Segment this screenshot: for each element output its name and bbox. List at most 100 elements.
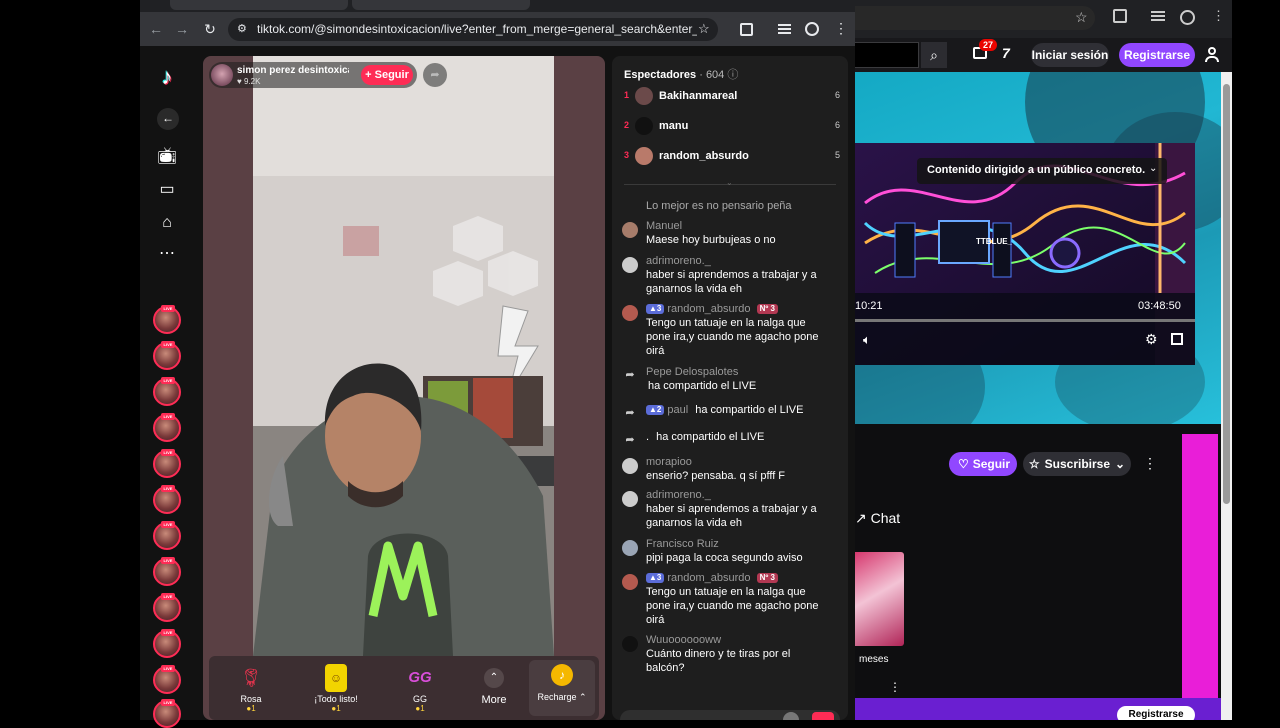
live-player[interactable]: simon perez desintoxica... ♥ 9.2K + Segu… xyxy=(203,56,605,720)
message-user-line[interactable]: . ha compartido el LIVE xyxy=(646,431,764,443)
back-icon[interactable]: ← xyxy=(148,21,164,37)
live-channel-avatar[interactable]: LIVE xyxy=(153,413,181,442)
more-options-icon[interactable]: ⋮ xyxy=(889,680,901,694)
level-value: 3 xyxy=(656,573,662,582)
prime-icon[interactable]: 7 xyxy=(1002,45,1010,61)
message-user-line[interactable]: ▲3 random_absurdo Nº 3 xyxy=(646,303,781,315)
extensions-icon[interactable] xyxy=(1113,9,1127,23)
forward-icon[interactable]: → xyxy=(174,21,190,37)
popout-arrow-icon: ↗ xyxy=(855,510,867,526)
follow-button[interactable]: + Seguir xyxy=(361,65,413,85)
search-icon[interactable]: ⌕ xyxy=(921,42,947,68)
profile-icon[interactable] xyxy=(1180,10,1195,25)
live-channel-avatar[interactable]: LIVE xyxy=(153,341,181,370)
live-channel-avatar[interactable]: LIVE xyxy=(153,521,181,550)
message-user[interactable]: adrimoreno._ xyxy=(646,255,711,267)
avatar[interactable] xyxy=(622,222,638,238)
menu-icon[interactable]: ⋮ xyxy=(834,20,848,37)
twitch-scrollbar[interactable] xyxy=(1221,72,1232,720)
profile-icon[interactable] xyxy=(805,22,819,36)
avatar[interactable] xyxy=(622,458,638,474)
sub-thumbnail[interactable]: meses xyxy=(855,552,904,665)
gift-rose[interactable]: 🌹︎ Rosa ●1 xyxy=(215,660,287,716)
gift-todo-listo[interactable]: ☺ ¡Todo listo! ●1 xyxy=(300,660,372,716)
video-progress-bar[interactable] xyxy=(855,319,1195,322)
live-stream-video[interactable] xyxy=(253,56,554,656)
follow-button[interactable]: ♡ Seguir xyxy=(949,452,1017,476)
menu-icon[interactable]: ⋮ xyxy=(1212,8,1225,24)
avatar[interactable] xyxy=(622,257,638,273)
message-user-line[interactable]: ▲3 random_absurdo Nº 3 xyxy=(646,572,781,584)
chat-message: Manuel Maese hoy burbujeas o no xyxy=(620,220,840,252)
address-bar[interactable]: ⚙ tiktok.com/@simondesintoxicacion/live?… xyxy=(228,18,718,41)
tab-active[interactable] xyxy=(352,0,530,10)
home-icon[interactable]: ⌂ xyxy=(157,213,177,233)
chat-input[interactable] xyxy=(620,710,840,720)
recharge-button[interactable]: ♪ Recharge ⌃ xyxy=(529,660,595,716)
live-channel-avatar[interactable]: LIVE xyxy=(153,305,181,334)
message-user[interactable]: morapioo xyxy=(646,456,692,468)
avatar[interactable] xyxy=(622,491,638,507)
emoji-icon[interactable] xyxy=(783,712,799,720)
more-gifts-button[interactable]: ⌃ More xyxy=(458,660,530,716)
message-user-line[interactable]: ▲2 paul ha compartido el LIVE xyxy=(646,404,803,416)
chevron-down-icon[interactable]: ⌄ xyxy=(726,178,733,187)
bottom-register-button[interactable]: Registrarse xyxy=(1117,706,1195,720)
live-channel-avatar[interactable]: LIVE xyxy=(153,377,181,406)
site-info-icon[interactable]: ⚙ xyxy=(237,22,247,35)
message-user[interactable]: Pepe Delospalotes xyxy=(646,366,738,378)
avatar[interactable] xyxy=(622,636,638,652)
reload-icon[interactable]: ↻ xyxy=(202,21,218,37)
register-button[interactable]: Registrarse xyxy=(1119,43,1195,67)
live-channel-avatar[interactable]: LIVE xyxy=(153,485,181,514)
user-icon[interactable] xyxy=(1205,47,1219,62)
extensions-icon[interactable] xyxy=(740,23,753,36)
content-warning-banner[interactable]: Contenido dirigido a un público concreto… xyxy=(917,158,1167,184)
viewer-rank-row[interactable]: 3 random_absurdo 5 xyxy=(624,146,840,166)
live-channel-avatar[interactable]: LIVE xyxy=(153,699,181,728)
live-channel-avatar[interactable]: LIVE xyxy=(153,557,181,586)
chevron-down-icon[interactable]: ⌄ xyxy=(1149,163,1157,174)
live-channel-avatar[interactable]: LIVE xyxy=(153,629,181,658)
twitch-video-player[interactable]: Contenido dirigido a un público concreto… xyxy=(855,143,1195,365)
fullscreen-icon[interactable] xyxy=(1171,333,1183,345)
chat-popout-link[interactable]: ↗ Chat xyxy=(855,510,900,527)
avatar[interactable] xyxy=(622,305,638,321)
viewer-rank-row[interactable]: 2 manu 6 xyxy=(624,116,840,136)
avatar[interactable] xyxy=(622,540,638,556)
info-icon[interactable]: ⓘ xyxy=(727,69,738,81)
viewer-rank-row[interactable]: 1 Bakihanmareal 6 xyxy=(624,86,840,106)
gift-gg[interactable]: GG GG ●1 xyxy=(384,660,456,716)
live-channel-avatar[interactable]: LIVE xyxy=(153,665,181,694)
tiktok-logo-icon[interactable]: ♪ xyxy=(156,64,178,90)
tab-inactive[interactable] xyxy=(170,0,348,10)
message-user[interactable]: adrimoreno._ xyxy=(646,489,711,501)
more-horizontal-icon[interactable]: ⋯ xyxy=(157,244,177,264)
message-user[interactable]: Manuel xyxy=(646,220,682,232)
heart-icon: ♡ xyxy=(957,457,969,471)
live-channel-avatar[interactable]: LIVE xyxy=(153,449,181,478)
bookmark-star-icon[interactable]: ☆ xyxy=(698,21,710,37)
video-camera-icon[interactable]: ▭ xyxy=(157,180,177,200)
settings-gear-icon[interactable]: ⚙ xyxy=(1145,331,1158,348)
more-options-icon[interactable]: ⋮ xyxy=(1143,455,1157,472)
live-tv-icon[interactable]: 📺︎ xyxy=(157,147,177,167)
star-icon[interactable]: ☆ xyxy=(1075,9,1088,26)
avatar[interactable] xyxy=(622,574,638,590)
host-info-bar[interactable]: simon perez desintoxica... ♥ 9.2K + Segu… xyxy=(209,62,417,88)
message-user[interactable]: Wuuooooooww xyxy=(646,634,721,646)
volume-icon[interactable]: 🔈︎ xyxy=(863,332,871,348)
twitch-search-input[interactable] xyxy=(855,42,919,68)
login-button[interactable]: Iniciar sesión xyxy=(1031,43,1109,67)
message-user[interactable]: Francisco Ruiz xyxy=(646,538,719,550)
gift-send-icon[interactable] xyxy=(812,712,834,720)
back-arrow-icon[interactable]: ← xyxy=(157,108,179,130)
host-name[interactable]: simon perez desintoxica... xyxy=(237,65,349,76)
subscribe-button[interactable]: ☆ Suscribirse ⌄ xyxy=(1023,452,1131,476)
media-control-icon[interactable] xyxy=(778,24,791,26)
twitch-omnibox[interactable] xyxy=(855,6,1095,30)
share-icon[interactable]: ➦ xyxy=(423,63,447,87)
host-avatar[interactable] xyxy=(211,64,233,86)
live-channel-avatar[interactable]: LIVE xyxy=(153,593,181,622)
media-control-icon[interactable] xyxy=(1151,11,1165,13)
